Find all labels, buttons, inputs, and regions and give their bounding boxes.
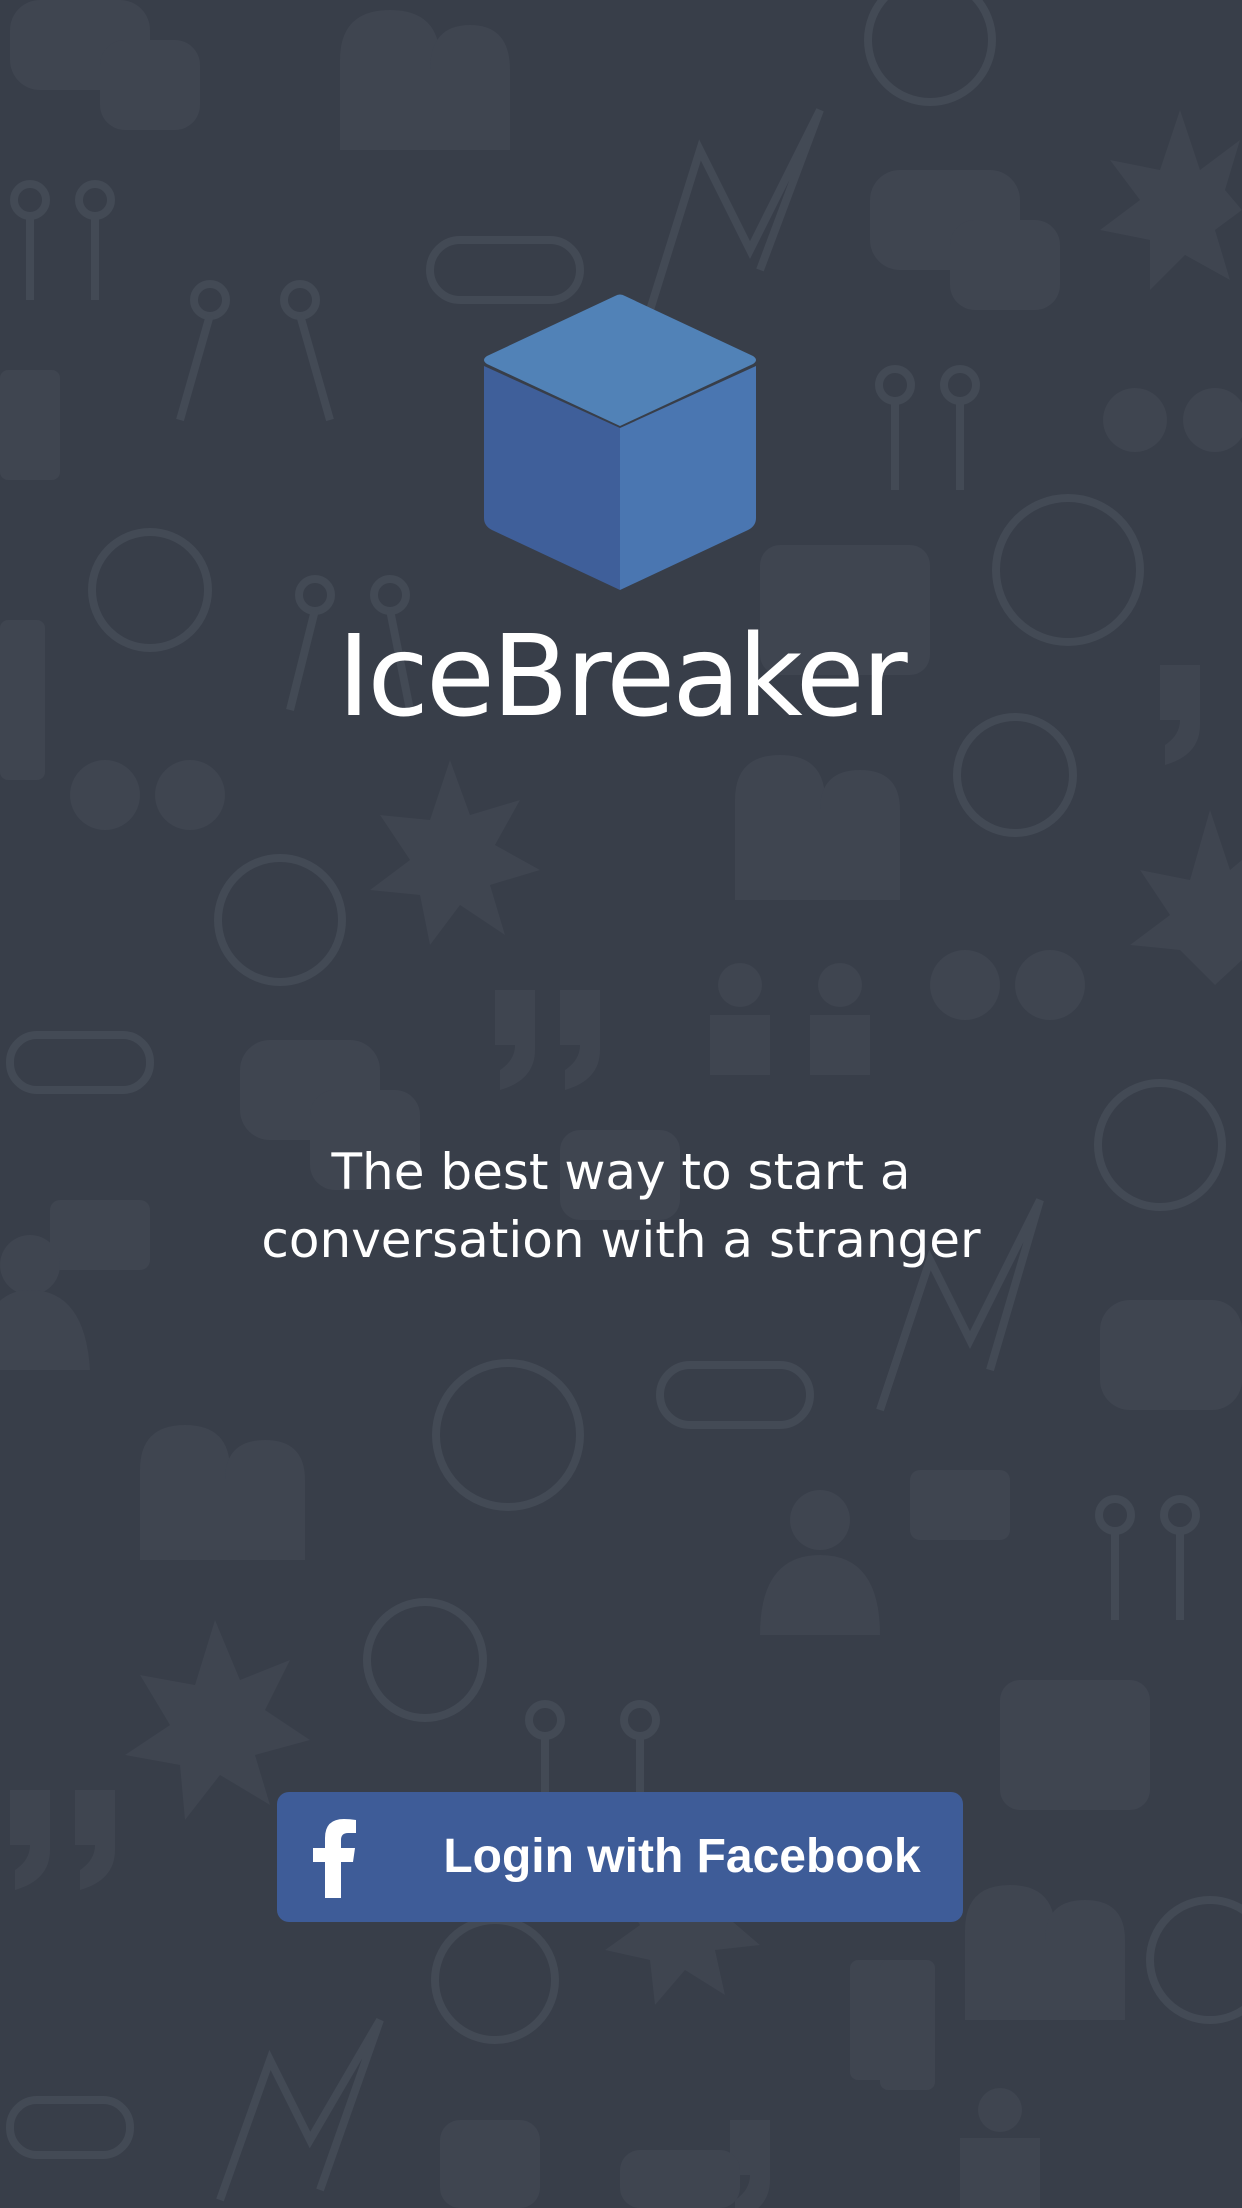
tagline: The best way to start a conversation wit… (0, 1138, 1242, 1274)
login-with-facebook-button[interactable]: Login with Facebook (277, 1792, 963, 1922)
cube-icon (484, 294, 756, 590)
tagline-line-2: conversation with a stranger (261, 1211, 981, 1269)
login-button-label: Login with Facebook (443, 1830, 921, 1883)
tagline-line-1: The best way to start a (331, 1143, 911, 1201)
app-title: IceBreaker (337, 612, 907, 742)
cube-logo (470, 290, 770, 600)
facebook-f-icon (313, 1819, 356, 1898)
